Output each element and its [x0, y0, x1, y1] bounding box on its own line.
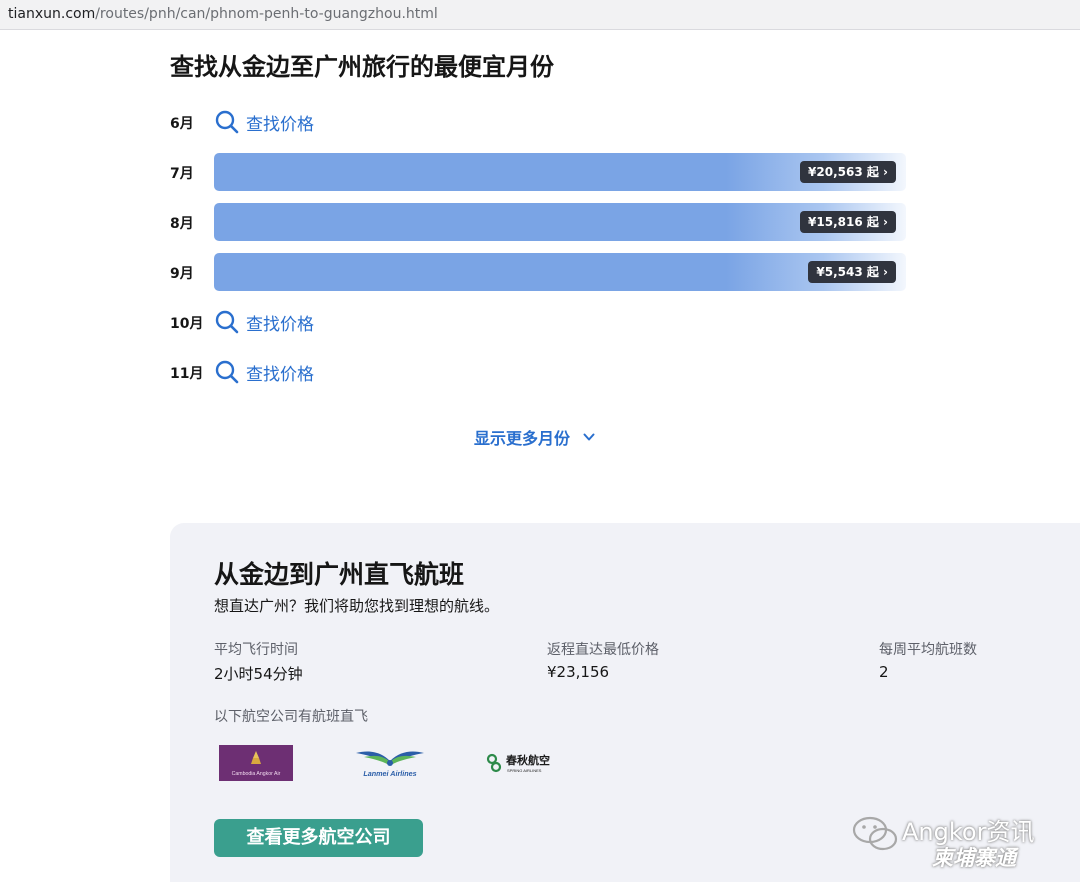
find-price-link[interactable]: 查找价格 [214, 309, 314, 335]
wechat-icon [852, 816, 898, 851]
stat-avg-flight-time: 平均飞行时间 2小时54分钟 [214, 639, 303, 684]
address-bar[interactable]: tianxun.com/routes/pnh/can/phnom-penh-to… [0, 0, 1080, 30]
month-label: 6月 [170, 116, 194, 132]
url-path: /routes/pnh/can/phnom-penh-to-guangzhou.… [95, 6, 438, 22]
direct-flights-subtitle: 想直达广州？我们将助您找到理想的航线。 [214, 597, 500, 615]
view-more-airlines-button[interactable]: 查看更多航空公司 [214, 819, 423, 857]
stat-label: 平均飞行时间 [214, 642, 298, 658]
stat-label: 返程直达最低价格 [547, 642, 659, 658]
show-more-months-button[interactable]: 显示更多月份 [474, 425, 596, 449]
month-row-aug: 8月 ¥15,816 起 › [170, 203, 910, 241]
price-bar[interactable]: ¥15,816 起 › [214, 203, 906, 241]
cambodia-logo-text: Cambodia Angkor Air [232, 771, 281, 777]
chevron-down-icon [583, 433, 595, 441]
url-domain: tianxun.com [8, 6, 96, 22]
cambodia-angkor-air-logo[interactable]: Cambodia Angkor Air [219, 745, 293, 781]
watermark-subname: 柬埔寨通 [932, 846, 1016, 870]
search-icon [215, 110, 239, 134]
month-label: 10月 [170, 316, 204, 332]
month-label: 9月 [170, 266, 194, 282]
page-title: 查找从金边至广州旅行的最便宜月份 [170, 53, 554, 81]
search-icon [215, 310, 239, 334]
month-row-nov: 11月 查找价格 [170, 353, 910, 391]
price-tag[interactable]: ¥20,563 起 › [800, 161, 896, 183]
stat-lowest-return-price: 返程直达最低价格 ¥23,156 [547, 639, 659, 681]
month-label: 7月 [170, 166, 194, 182]
stat-value: 2 [879, 663, 889, 681]
find-price-link[interactable]: 查找价格 [214, 359, 314, 385]
stat-weekly-flights: 每周平均航班数 2 [879, 639, 977, 681]
month-label: 8月 [170, 216, 194, 232]
month-row-jun: 6月 查找价格 [170, 103, 910, 141]
stat-value: 2小时54分钟 [214, 665, 303, 683]
price-tag[interactable]: ¥15,816 起 › [800, 211, 896, 233]
lanmei-logo-text: Lanmei Airlines [363, 769, 416, 778]
show-more-months-label: 显示更多月份 [474, 429, 571, 448]
stat-value: ¥23,156 [547, 663, 610, 681]
lanmei-airlines-logo[interactable]: Lanmei Airlines [350, 747, 430, 779]
month-row-jul: 7月 ¥20,563 起 › [170, 153, 910, 191]
spring-logo-subtext: SPRING AIRLINES [507, 768, 542, 773]
find-price-label: 查找价格 [246, 114, 314, 135]
month-row-sep: 9月 ¥5,543 起 › [170, 253, 910, 291]
search-icon [215, 360, 239, 384]
find-price-label: 查找价格 [246, 364, 314, 385]
stat-label: 每周平均航班数 [879, 642, 977, 658]
price-bar[interactable]: ¥5,543 起 › [214, 253, 906, 291]
spring-logo-text: 春秋航空 [506, 753, 550, 767]
price-tag[interactable]: ¥5,543 起 › [808, 261, 896, 283]
url-text[interactable]: tianxun.com/routes/pnh/can/phnom-penh-to… [8, 6, 438, 22]
watermark: Angkor资讯 柬埔寨通 [848, 810, 1068, 874]
price-bar[interactable]: ¥20,563 起 › [214, 153, 906, 191]
find-price-label: 查找价格 [246, 314, 314, 335]
direct-flights-title: 从金边到广州直飞航班 [214, 560, 465, 589]
find-price-link[interactable]: 查找价格 [214, 109, 314, 135]
spring-airlines-logo[interactable]: 春秋航空 SPRING AIRLINES [486, 751, 564, 775]
airlines-label: 以下航空公司有航班直飞 [214, 709, 368, 725]
month-label: 11月 [170, 366, 204, 382]
month-row-oct: 10月 查找价格 [170, 303, 910, 341]
